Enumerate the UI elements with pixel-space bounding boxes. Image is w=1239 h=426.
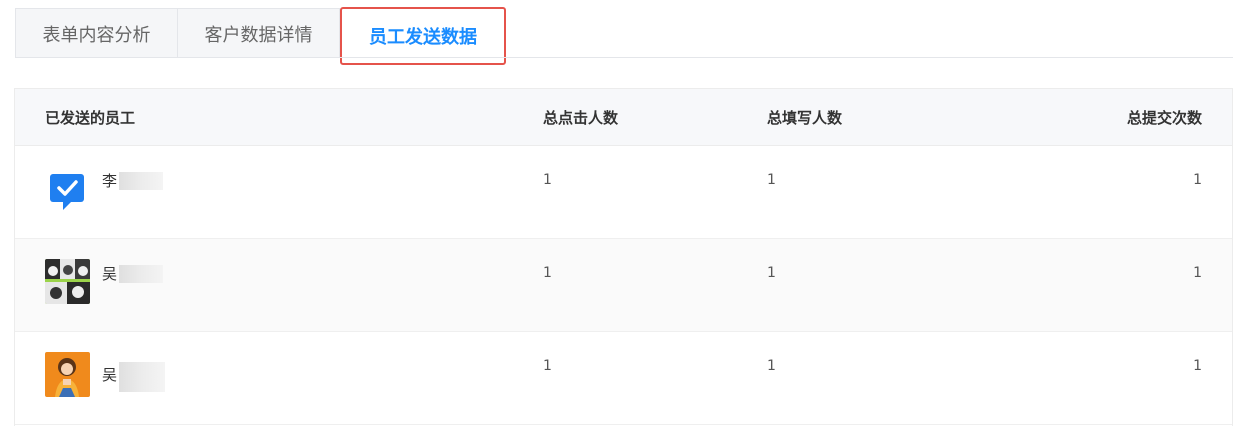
wecom-check-icon (45, 166, 90, 211)
manga-avatar (45, 259, 90, 304)
header-clicks: 总点击人数 (543, 109, 619, 127)
tabs-divider (15, 57, 1233, 58)
staff-name-text: 李 (102, 172, 118, 190)
submits-value: 1 (1193, 265, 1202, 281)
staff-name-text: 吴 (102, 265, 118, 283)
staff-data-table: 已发送的员工 总点击人数 总填写人数 总提交次数 李 1 1 1 吴 1 1 1… (14, 88, 1233, 426)
redaction-blur (119, 264, 164, 283)
table-row: 吴 1 1 1 (15, 332, 1232, 425)
table-row: 李 1 1 1 (15, 146, 1232, 239)
header-submits: 总提交次数 (1126, 109, 1202, 127)
clicks-value: 1 (543, 265, 552, 281)
staff-name: 吴 (102, 356, 166, 392)
clicks-value: 1 (543, 358, 552, 374)
girl-orange-avatar (45, 352, 90, 397)
tab-form-content-analysis[interactable]: 表单内容分析 (15, 8, 178, 58)
submits-value: 1 (1193, 172, 1202, 188)
header-fills: 总填写人数 (767, 109, 843, 127)
clicks-value: 1 (543, 172, 552, 188)
fills-value: 1 (767, 172, 776, 188)
table-header: 已发送的员工 总点击人数 总填写人数 总提交次数 (15, 89, 1232, 146)
redaction-blur (119, 362, 166, 392)
staff-name: 李 (102, 170, 164, 191)
staff-name-text: 吴 (102, 365, 118, 384)
staff-name: 吴 (102, 263, 164, 284)
tab-bar: 表单内容分析 客户数据详情 员工发送数据 (15, 7, 506, 65)
redaction-blur (119, 171, 164, 190)
submits-value: 1 (1193, 358, 1202, 374)
table-row: 吴 1 1 1 (15, 239, 1232, 332)
fills-value: 1 (767, 265, 776, 281)
tab-customer-data-details[interactable]: 客户数据详情 (178, 8, 340, 58)
fills-value: 1 (767, 358, 776, 374)
header-staff: 已发送的员工 (45, 109, 136, 127)
